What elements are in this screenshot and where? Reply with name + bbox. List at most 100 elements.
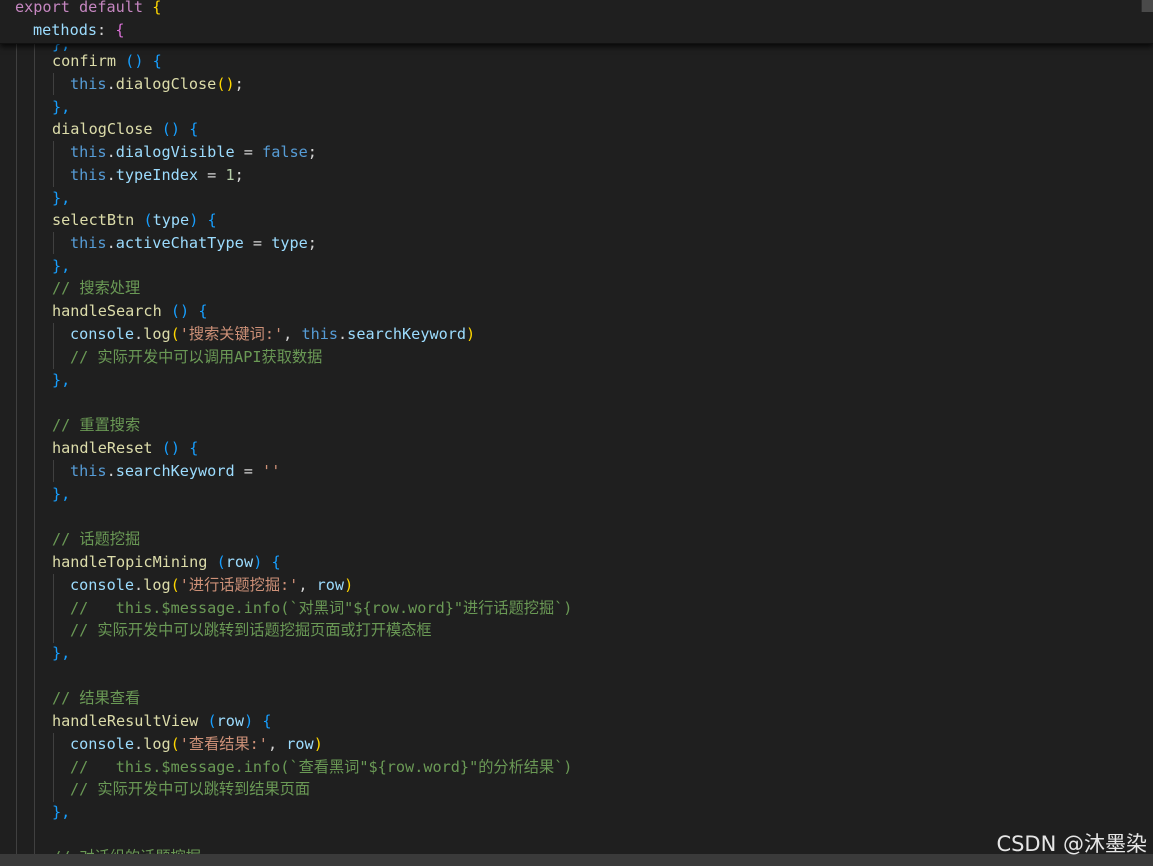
property: activeChatType	[115, 234, 244, 252]
brace: {	[189, 439, 199, 457]
this-keyword: this	[70, 234, 107, 252]
code-line[interactable]: // 话题挖掘	[52, 528, 140, 551]
comment: // this.$message.info(`查看黑词"${row.word}"…	[70, 758, 573, 776]
comment: // 话题挖掘	[52, 530, 141, 548]
brace: {	[198, 302, 208, 320]
this-keyword: this	[70, 143, 107, 161]
paren: )	[244, 712, 254, 730]
code-line[interactable]: // 实际开发中可以跳转到结果页面	[70, 778, 310, 801]
brace: },	[52, 803, 71, 821]
indent-guide	[16, 44, 17, 854]
semicolon: ;	[307, 143, 317, 161]
code-line[interactable]: handleTopicMining (row) {	[52, 551, 281, 574]
sticky-scroll-header[interactable]: export default { methods: {	[0, 0, 1153, 44]
code-line[interactable]: },	[52, 255, 70, 278]
comment: // 实际开发中可以调用API获取数据	[70, 348, 323, 366]
comma: ,	[283, 325, 302, 343]
method-name: confirm	[52, 52, 117, 70]
dot: .	[134, 735, 144, 753]
brace: {	[207, 211, 217, 229]
sticky-line-export[interactable]: export default {	[15, 0, 161, 19]
code-line[interactable]: selectBtn (type) {	[52, 209, 217, 232]
code-line[interactable]: },	[52, 801, 70, 824]
function-call: log	[143, 576, 171, 594]
property: searchKeyword	[115, 462, 235, 480]
code-line[interactable]: this.dialogClose();	[70, 73, 244, 96]
code-line[interactable]: },	[52, 483, 70, 506]
property: searchKeyword	[347, 325, 467, 343]
dot: .	[106, 75, 116, 93]
code-line[interactable]: handleSearch () {	[52, 300, 208, 323]
code-line[interactable]: this.typeIndex = 1;	[70, 164, 244, 187]
string: '进行话题挖掘:'	[179, 576, 299, 594]
code-line[interactable]: dialogClose () {	[52, 118, 198, 141]
code-line[interactable]: this.searchKeyword = ''	[70, 460, 280, 483]
code-line[interactable]: // this.$message.info(`对黑词"${row.word}"进…	[70, 597, 572, 620]
comment: // this.$message.info(`对黑词"${row.word}"进…	[70, 599, 573, 617]
comment: // 实际开发中可以跳转到结果页面	[70, 780, 311, 798]
paren: )	[466, 325, 476, 343]
variable: row	[286, 735, 314, 753]
method-name: selectBtn	[52, 211, 135, 229]
code-line[interactable]: },	[52, 642, 70, 665]
parens: ()	[216, 75, 235, 93]
object: console	[70, 576, 135, 594]
code-editor[interactable]: export default { methods: { }, confirm (…	[0, 0, 1153, 866]
code-line[interactable]: // 重置搜索	[52, 414, 140, 437]
code-line[interactable]: // 实际开发中可以调用API获取数据	[70, 346, 322, 369]
this-keyword: this	[70, 462, 107, 480]
code-line[interactable]: handleResultView (row) {	[52, 710, 272, 733]
param: row	[225, 553, 254, 571]
brace: },	[52, 98, 71, 116]
method-name: handleTopicMining	[52, 553, 208, 571]
semicolon: ;	[307, 234, 317, 252]
code-line[interactable]: // 结果查看	[52, 687, 140, 710]
function-call: dialogClose	[115, 75, 217, 93]
brace: {	[189, 120, 199, 138]
code-line[interactable]: console.log('查看结果:', row)	[70, 733, 323, 756]
code-line[interactable]: },	[52, 369, 70, 392]
string: '查看结果:'	[179, 735, 268, 753]
code-line[interactable]: this.activeChatType = type;	[70, 232, 317, 255]
dot: .	[106, 166, 116, 184]
indent-guide	[53, 232, 54, 254]
indent-guide	[53, 141, 54, 187]
brace: },	[52, 371, 71, 389]
method-name: handleReset	[52, 439, 153, 457]
semicolon: ;	[234, 166, 244, 184]
code-line[interactable]: this.dialogVisible = false;	[70, 141, 317, 164]
code-line[interactable]: // 搜索处理	[52, 277, 140, 300]
colon: :	[97, 21, 107, 39]
operator: =	[234, 143, 263, 161]
operator: =	[198, 166, 226, 184]
operator: =	[234, 462, 263, 480]
code-line[interactable]: confirm () {	[52, 50, 162, 73]
brace: },	[52, 189, 71, 207]
property: dialogVisible	[115, 143, 235, 161]
paren: (	[170, 576, 180, 594]
indent-guide	[53, 574, 54, 643]
object: console	[70, 325, 135, 343]
parens: ()	[161, 439, 181, 457]
indent-guide	[53, 323, 54, 369]
export-keyword: export	[15, 0, 70, 16]
scrollbar-thumb[interactable]	[1141, 0, 1153, 12]
horizontal-scrollbar[interactable]	[0, 854, 1153, 866]
code-line[interactable]: console.log('进行话题挖掘:', row)	[70, 574, 353, 597]
indent-guide	[53, 460, 54, 482]
code-line[interactable]: handleReset () {	[52, 437, 198, 460]
paren: (	[170, 325, 180, 343]
this-keyword: this	[301, 325, 339, 343]
boolean-value: false	[262, 143, 308, 161]
dot: .	[134, 576, 144, 594]
code-line[interactable]: // this.$message.info(`查看黑词"${row.word}"…	[70, 756, 572, 779]
string: ''	[262, 462, 281, 480]
code-line[interactable]: },	[52, 96, 70, 119]
code-line[interactable]: console.log('搜索关键词:', this.searchKeyword…	[70, 323, 475, 346]
code-area[interactable]: }, confirm () { this.dialogClose(); }, d…	[0, 0, 1153, 866]
sticky-line-methods[interactable]: methods: {	[33, 19, 124, 42]
dot: .	[106, 462, 116, 480]
code-line[interactable]: },	[52, 187, 70, 210]
code-line[interactable]: // 实际开发中可以跳转到话题挖掘页面或打开模态框	[70, 619, 432, 642]
property: typeIndex	[115, 166, 199, 184]
